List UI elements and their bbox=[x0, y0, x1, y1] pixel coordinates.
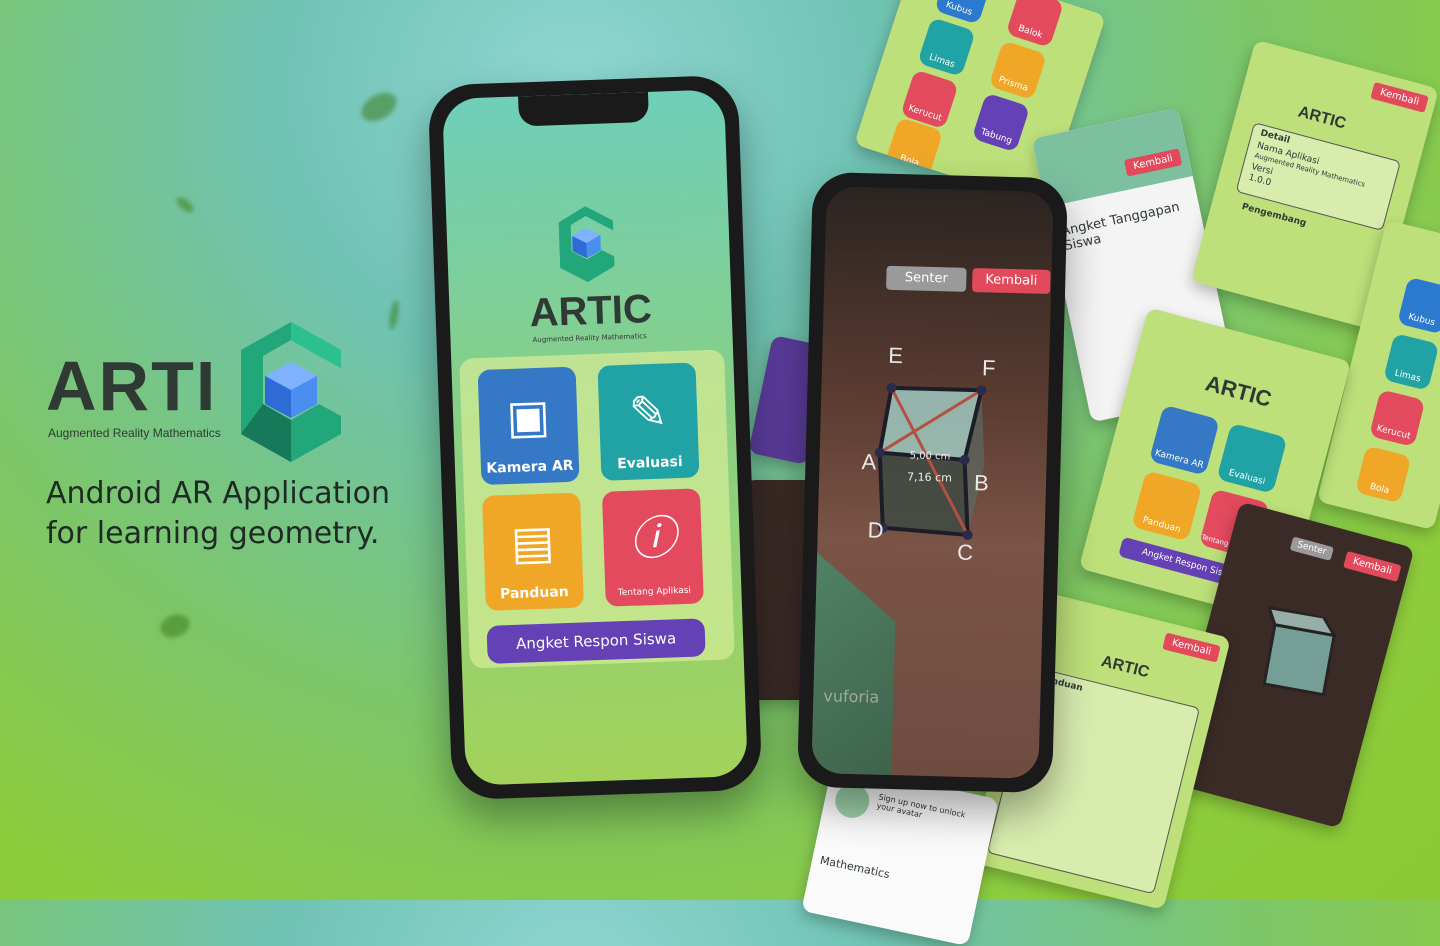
background-leaf bbox=[356, 87, 402, 127]
vertex-label: F bbox=[981, 355, 996, 381]
mini-menu-tile[interactable]: Kamera AR bbox=[1148, 404, 1220, 476]
tentang-aplikasi-button[interactable]: ⓘ Tentang Aplikasi bbox=[601, 488, 704, 607]
evaluasi-button[interactable]: ✎ Evaluasi bbox=[597, 362, 700, 481]
document-edit-icon: ✎ bbox=[627, 384, 669, 440]
ar-cube-small bbox=[1262, 605, 1338, 697]
vertex-label: E bbox=[887, 342, 904, 369]
phone-notch bbox=[518, 91, 650, 127]
hero-logo-subtitle: Augmented Reality Mathematics bbox=[48, 426, 221, 440]
book-icon: ▤ bbox=[509, 514, 556, 570]
shape-tile[interactable]: Prisma bbox=[988, 40, 1048, 101]
tile-label: Panduan bbox=[499, 584, 569, 603]
mini-artic-logo: ARTIC bbox=[1202, 370, 1275, 412]
signup-text: Sign up now to unlock your avatar bbox=[875, 792, 967, 820]
cube-logo-icon bbox=[241, 322, 341, 462]
kembali-button[interactable]: Kembali bbox=[972, 267, 1051, 295]
vuforia-brand: vuforia bbox=[823, 686, 880, 707]
background-leaf bbox=[387, 299, 401, 331]
mini-artic-logo: ARTIC bbox=[1099, 652, 1152, 682]
shape-tile[interactable]: Bola bbox=[1355, 445, 1412, 504]
shape-tile[interactable]: Kerucut bbox=[1369, 389, 1426, 448]
menu-panel: ▣ Kamera AR ✎ Evaluasi ▤ Panduan ⓘ Tenta… bbox=[459, 349, 735, 669]
ar-screen: Senter Kembali E F A B D C 5,00 cm 7,16 … bbox=[811, 186, 1054, 779]
ar-phone: Senter Kembali E F A B D C 5,00 cm 7,16 … bbox=[796, 171, 1069, 794]
mini-menu-tile[interactable]: Panduan bbox=[1131, 470, 1203, 542]
vertex-label: A bbox=[861, 449, 877, 475]
vertex-label: B bbox=[973, 470, 990, 496]
screenshot-signup: Sign up now to unlock your avatar Mathem… bbox=[801, 763, 999, 946]
info-icon: ⓘ bbox=[628, 510, 677, 566]
app-name: ARTIC bbox=[528, 286, 653, 336]
tagline-line: for learning geometry. bbox=[46, 516, 380, 551]
angket-title: Angket Tanggapan Siswa bbox=[1059, 199, 1182, 255]
mini-artic-logo: ARTIC bbox=[1296, 103, 1348, 133]
tile-label: Tentang Aplikasi bbox=[617, 585, 692, 599]
shape-tile[interactable]: Limas bbox=[1383, 333, 1440, 391]
shape-tile[interactable]: Balok bbox=[1005, 0, 1065, 48]
angket-respon-siswa-button[interactable]: Angket Respon Siswa bbox=[486, 618, 706, 664]
shape-tile[interactable]: Kubus bbox=[1397, 276, 1440, 335]
tile-label: Kamera AR bbox=[486, 457, 574, 477]
hero-logo: ARTI Augmented Reality Mathematics bbox=[46, 322, 366, 462]
kembali-button[interactable]: Kembali bbox=[1162, 632, 1221, 663]
shape-tile[interactable]: Limas bbox=[917, 17, 976, 77]
kamera-ar-button[interactable]: ▣ Kamera AR bbox=[477, 366, 580, 485]
mini-menu-tile[interactable]: Evaluasi bbox=[1216, 422, 1288, 494]
cube-logo-icon bbox=[558, 206, 615, 283]
senter-button[interactable]: Senter bbox=[1289, 536, 1334, 561]
main-screen: ARTIC Augmented Reality Mathematics ▣ Ka… bbox=[442, 89, 748, 786]
table-edge bbox=[811, 552, 896, 779]
tile-label: Evaluasi bbox=[616, 453, 683, 473]
tagline-line: Android AR Application bbox=[46, 476, 391, 511]
shape-tile[interactable]: Tabung bbox=[971, 92, 1031, 153]
background-leaf bbox=[157, 610, 193, 642]
measure-label: 5,00 cm bbox=[909, 450, 951, 463]
background-leaf bbox=[174, 194, 196, 216]
vertex-label: D bbox=[867, 517, 884, 543]
panduan-button[interactable]: ▤ Panduan bbox=[481, 492, 584, 611]
kembali-button[interactable]: Kembali bbox=[1343, 550, 1402, 582]
kembali-button[interactable]: Kembali bbox=[1370, 81, 1429, 113]
hero-logo-word: ARTI bbox=[46, 347, 218, 425]
main-phone: ARTIC Augmented Reality Mathematics ▣ Ka… bbox=[427, 74, 763, 801]
qr-scan-icon: ▣ bbox=[505, 388, 551, 445]
measure-label: 7,16 cm bbox=[906, 470, 953, 485]
mathematics-label: Mathematics bbox=[818, 853, 891, 882]
vertex-label: C bbox=[956, 539, 974, 566]
tagline: Android AR Application for learning geom… bbox=[46, 474, 390, 554]
senter-button[interactable]: Senter bbox=[886, 265, 967, 292]
